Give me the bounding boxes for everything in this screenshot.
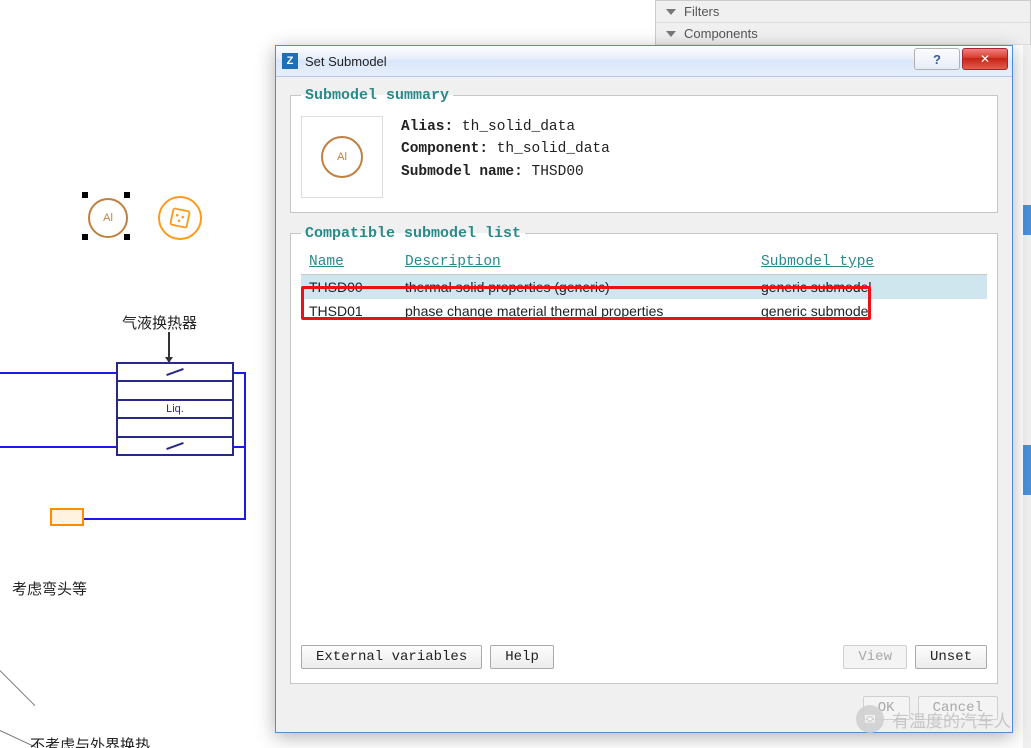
cell-type: generic submodel: [753, 275, 987, 300]
table-row[interactable]: THSD01 phase change material thermal pro…: [301, 299, 987, 323]
help-button[interactable]: Help: [490, 645, 554, 669]
col-type[interactable]: Submodel type: [753, 250, 987, 275]
chevron-down-icon: [666, 31, 676, 37]
bends-label: 考虑弯头等: [12, 578, 87, 599]
summary-legend: Submodel summary: [301, 87, 453, 104]
table-row[interactable]: THSD00 thermal solid properties (generic…: [301, 275, 987, 300]
cancel-button[interactable]: Cancel: [918, 696, 998, 720]
list-legend: Compatible submodel list: [301, 225, 525, 242]
arrow-icon: [168, 332, 170, 362]
col-name[interactable]: Name: [301, 250, 397, 275]
filters-row[interactable]: Filters: [656, 1, 1030, 23]
al-icon: Al: [321, 136, 363, 178]
app-icon: Z: [282, 53, 298, 69]
scroll-marker: [1023, 445, 1031, 495]
chevron-down-icon: [666, 9, 676, 15]
help-button[interactable]: [914, 48, 960, 70]
ok-button[interactable]: OK: [863, 696, 910, 720]
summary-icon: Al: [301, 116, 383, 198]
cell-desc: thermal solid properties (generic): [397, 275, 753, 300]
pipe: [0, 372, 116, 374]
submodel-table: Name Description Submodel type THSD00 th…: [301, 250, 987, 323]
component-al-solid[interactable]: Al: [82, 192, 130, 240]
components-row[interactable]: Components: [656, 23, 1030, 45]
component-material[interactable]: [158, 196, 202, 240]
selection-handle[interactable]: [124, 234, 130, 240]
dialog-footer: OK Cancel: [276, 696, 1012, 732]
set-submodel-dialog: Z Set Submodel ✕ Submodel summary Al Ali…: [275, 45, 1013, 733]
cell-desc: phase change material thermal properties: [397, 299, 753, 323]
material-icon: [169, 207, 191, 229]
no-external-heat-label: 不考虑与外界换热: [30, 734, 150, 748]
close-icon: ✕: [980, 53, 990, 65]
view-button[interactable]: View: [843, 645, 907, 669]
selection-handle[interactable]: [124, 192, 130, 198]
cell-name: THSD00: [301, 275, 397, 300]
pipe: [244, 372, 246, 520]
properties-panel: Filters Components: [655, 0, 1031, 45]
selection-handle[interactable]: [82, 192, 88, 198]
list-button-row: External variables Help View Unset: [301, 637, 987, 669]
pipe: [0, 446, 116, 448]
dialog-title: Set Submodel: [305, 54, 387, 69]
selection-handle[interactable]: [82, 234, 88, 240]
close-button[interactable]: ✕: [962, 48, 1008, 70]
unset-button[interactable]: Unset: [915, 645, 987, 669]
col-description[interactable]: Description: [397, 250, 753, 275]
scroll-strip: [1023, 45, 1031, 748]
pipe: [80, 518, 246, 520]
external-variables-button[interactable]: External variables: [301, 645, 482, 669]
cell-name: THSD01: [301, 299, 397, 323]
component-orange-block[interactable]: [50, 508, 84, 526]
submodel-table-wrapper: Name Description Submodel type THSD00 th…: [301, 250, 987, 637]
component-heat-exchanger[interactable]: Liq.: [116, 362, 234, 456]
summary-text: Alias: th_solid_data Component: th_solid…: [401, 116, 610, 183]
al-icon: Al: [88, 198, 128, 238]
compatible-list-panel: Compatible submodel list Name Descriptio…: [290, 225, 998, 684]
titlebar[interactable]: Z Set Submodel ✕: [276, 46, 1012, 77]
liq-label: Liq.: [164, 403, 186, 415]
filters-label: Filters: [684, 4, 719, 19]
heat-exchanger-label: 气液换热器: [122, 312, 197, 333]
submodel-summary-panel: Submodel summary Al Alias: th_solid_data…: [290, 87, 998, 213]
scroll-marker: [1023, 205, 1031, 235]
components-label: Components: [684, 26, 758, 41]
cell-type: generic submodel: [753, 299, 987, 323]
annotation-line: [0, 670, 35, 706]
